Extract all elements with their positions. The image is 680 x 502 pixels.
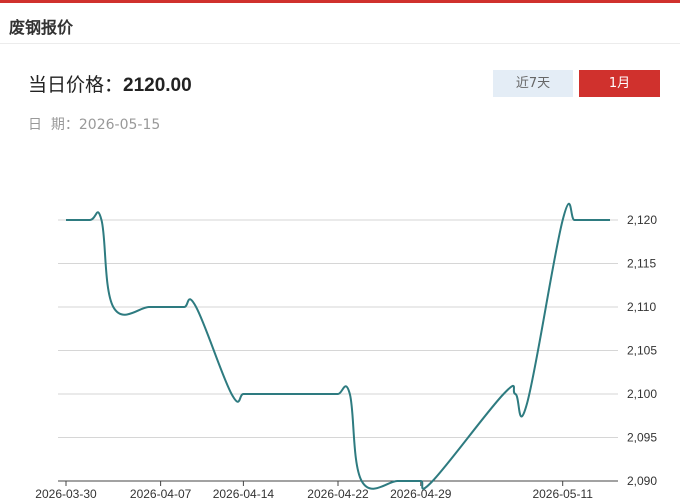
x-tick-label: 2026-05-11 <box>532 487 593 501</box>
x-tick-label: 2026-04-22 <box>307 487 369 501</box>
y-tick-label: 2,100 <box>627 387 657 401</box>
x-tick-label: 2026-03-30 <box>35 487 97 501</box>
y-tick-label: 2,115 <box>627 257 656 271</box>
y-tick-label: 2,105 <box>627 344 657 358</box>
x-tick-label: 2026-04-07 <box>130 487 192 501</box>
x-tick-label: 2026-04-29 <box>390 487 452 501</box>
y-tick-label: 2,120 <box>627 213 657 227</box>
price-series-line <box>66 202 610 490</box>
y-tick-label: 2,090 <box>627 474 657 488</box>
y-tick-label: 2,095 <box>627 431 657 445</box>
x-tick-label: 2026-04-14 <box>213 487 275 501</box>
price-line-chart: 2,090 2,095 2,100 2,105 2,110 2,115 2,120 2026… <box>35 202 657 501</box>
y-tick-label: 2,110 <box>627 300 656 314</box>
